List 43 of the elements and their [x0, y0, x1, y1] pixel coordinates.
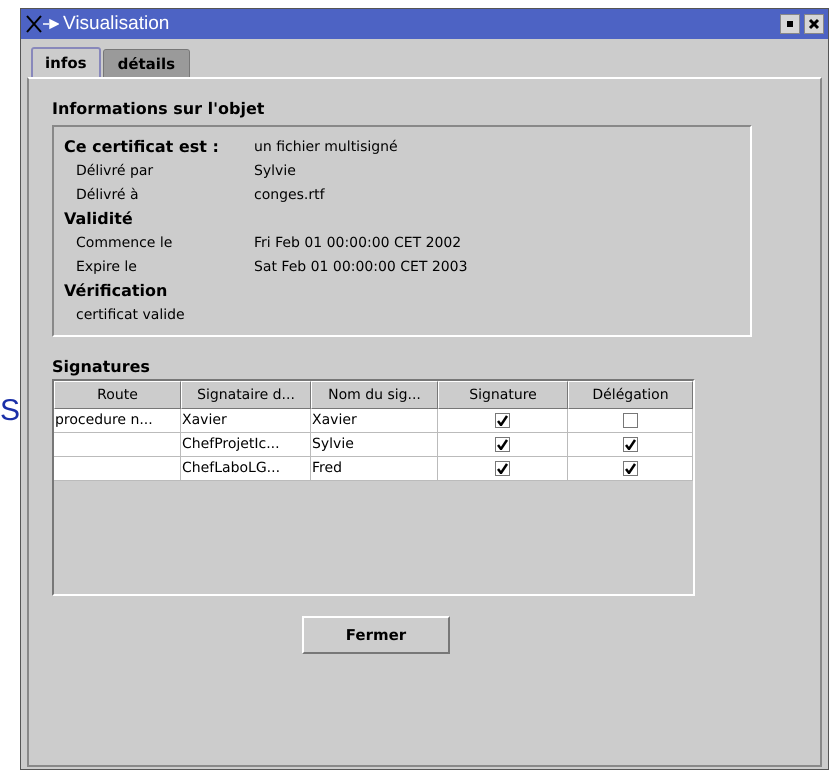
- column-header[interactable]: Signataire d...: [181, 381, 311, 409]
- checkbox[interactable]: [495, 461, 510, 476]
- table-cell: ChefLaboLG...: [181, 457, 311, 480]
- field-label: Expire le: [76, 258, 138, 276]
- column-header[interactable]: Délégation: [568, 381, 693, 409]
- section-label: Vérification: [64, 280, 168, 302]
- square-icon: [787, 21, 793, 27]
- tab[interactable]: détails: [102, 49, 190, 79]
- checkbox[interactable]: [622, 413, 638, 428]
- close-icon: [808, 18, 820, 30]
- background-letter: S: [0, 396, 20, 426]
- field-label: Commence le: [76, 234, 174, 252]
- field-label: Délivré par: [76, 162, 154, 180]
- table-cell: Xavier: [181, 409, 311, 432]
- field-label: Ce certificat est :: [64, 136, 220, 158]
- field-label: certificat valide: [76, 306, 186, 324]
- field-label: Délivré à: [76, 186, 140, 204]
- checkbox[interactable]: [495, 413, 510, 428]
- window-title: Visualisation: [63, 12, 170, 36]
- field-value: un fichier multisigné: [254, 138, 398, 156]
- field-value: Fri Feb 01 00:00:00 CET 2002: [254, 234, 462, 252]
- checkbox[interactable]: [622, 437, 638, 452]
- field-value: Sat Feb 01 00:00:00 CET 2003: [254, 258, 468, 276]
- field-value: conges.rtf: [254, 186, 325, 204]
- window-menu-icon[interactable]: [25, 14, 59, 34]
- table-cell: ChefProjetIc...: [181, 433, 311, 456]
- tab[interactable]: infos: [31, 47, 101, 77]
- close-dialog-button[interactable]: Fermer: [302, 616, 450, 654]
- section-label: Validité: [64, 208, 133, 230]
- field-value: Sylvie: [254, 162, 296, 180]
- column-header[interactable]: Nom du sig...: [311, 381, 438, 409]
- checkbox[interactable]: [622, 461, 638, 476]
- close-button[interactable]: [804, 14, 824, 34]
- table-cell: procedure n...: [54, 409, 181, 432]
- table-cell: Xavier: [311, 409, 438, 432]
- table-cell: Fred: [311, 457, 438, 480]
- column-header[interactable]: Route: [54, 381, 181, 409]
- section-heading: Informations sur l'objet: [52, 98, 266, 120]
- checkbox[interactable]: [495, 437, 510, 452]
- column-header[interactable]: Signature: [438, 381, 568, 409]
- minimize-button[interactable]: [780, 14, 800, 34]
- section-heading: Signatures: [52, 356, 151, 378]
- table-cell: Sylvie: [311, 433, 438, 456]
